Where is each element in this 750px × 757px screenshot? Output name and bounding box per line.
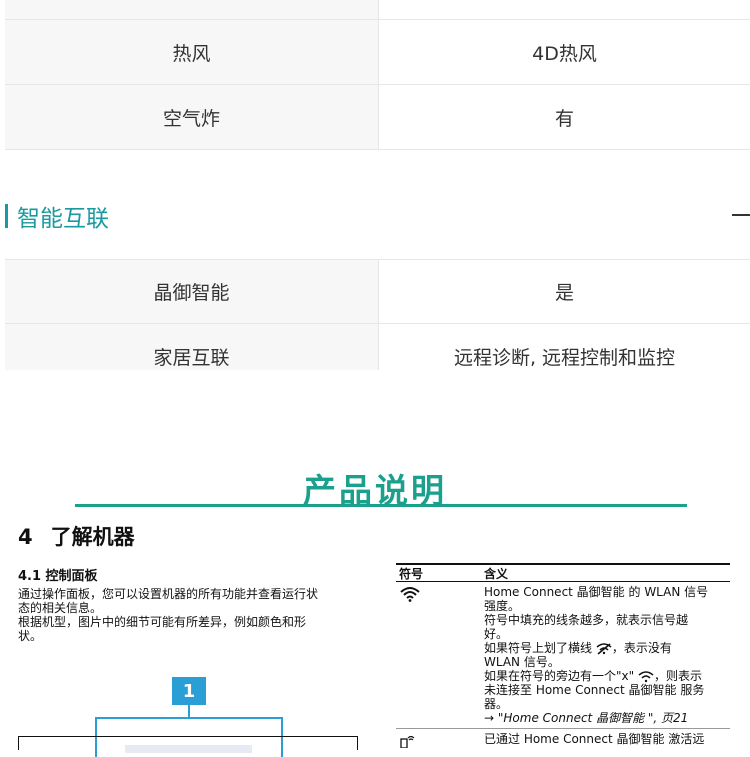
spec-label: 热风 xyxy=(5,20,379,84)
spec-value xyxy=(379,0,750,19)
control-panel-display xyxy=(125,745,252,753)
symbol-meaning: 已通过 Home Connect 晶御智能 激活远 xyxy=(484,729,730,752)
spec-label xyxy=(5,0,379,19)
meaning-line: 好。 xyxy=(484,627,509,641)
meaning-fragment: ，则表示 xyxy=(653,669,702,683)
wifi-crossed-icon xyxy=(596,642,612,655)
spec-table-smart: 晶御智能 是 家居互联 远程诊断, 远程控制和监控 xyxy=(5,259,750,389)
spec-label: 空气炸 xyxy=(5,85,379,149)
meaning-line: 器。 xyxy=(484,697,509,711)
table-row: Home Connect 晶御智能 的 WLAN 信号 强度。 符号中填充的线条… xyxy=(396,582,730,729)
section-title: 智能互联 xyxy=(17,206,109,232)
spec-table-features: 热风 4D热风 空气炸 有 xyxy=(5,0,750,150)
symbol-table: 符号 含义 Home Connect 晶御智能 的 WLAN 信号 强度。 符号… xyxy=(396,563,730,752)
section-header-smart[interactable]: 智能互联 xyxy=(5,200,750,232)
desc-line: 通过操作面板，您可以设置机器的所有功能并查看运行状 xyxy=(18,587,319,601)
meaning-line: 如果在符号的旁边有一个"x" ，则表示 xyxy=(484,669,730,683)
subsection-heading: 4.1 控制面板 xyxy=(18,569,98,584)
chapter-number: 4 xyxy=(18,525,33,549)
meaning-fragment: 如果符号上划了横线 xyxy=(484,641,593,655)
callout-badge: 1 xyxy=(172,677,206,705)
table-row: 已通过 Home Connect 晶御智能 激活远 xyxy=(396,729,730,752)
chapter-title: 了解机器 xyxy=(50,525,135,549)
spec-label: 晶御智能 xyxy=(5,260,379,323)
control-panel-edge xyxy=(18,736,19,750)
desc-line: 状。 xyxy=(18,629,43,643)
meaning-fragment: 如果在符号的旁边有一个"x" xyxy=(484,669,635,683)
control-panel-edge xyxy=(357,736,358,750)
meaning-line: 符号中填充的线条越多，就表示信号越 xyxy=(484,613,689,627)
meaning-line: WLAN 信号。 xyxy=(484,655,560,669)
spec-value: 是 xyxy=(379,260,750,323)
spec-value: 有 xyxy=(379,85,750,149)
col-symbol: 符号 xyxy=(399,566,424,581)
table-row xyxy=(5,0,750,20)
desc-line: 根据机型，图片中的细节可能有所差异，例如颜色和形 xyxy=(18,615,307,629)
table-row: 家居互联 远程诊断, 远程控制和监控 xyxy=(5,324,750,389)
meaning-line: 已通过 Home Connect 晶御智能 激活远 xyxy=(484,732,705,746)
callout-stem xyxy=(188,705,190,717)
chapter-heading: 4 了解机器 xyxy=(18,521,135,551)
remote-icon xyxy=(396,729,484,752)
meaning-line: 如果符号上划了横线 ，表示没有 xyxy=(484,641,730,655)
section-accent-bar xyxy=(5,204,8,228)
meaning-line: Home Connect 晶御智能 的 WLAN 信号 xyxy=(484,585,709,599)
meaning-line: 未连接至 Home Connect 晶御智能 服务 xyxy=(484,683,705,697)
symbol-meaning: Home Connect 晶御智能 的 WLAN 信号 强度。 符号中填充的线条… xyxy=(484,582,730,728)
minus-icon[interactable] xyxy=(732,214,750,216)
wifi-icon xyxy=(396,582,484,728)
panel-description: 通过操作面板，您可以设置机器的所有功能并查看运行状 态的相关信息。 根据机型，图… xyxy=(18,587,363,643)
symbol-table-header: 符号 含义 xyxy=(396,563,730,582)
wifi-disconnected-icon xyxy=(638,670,654,682)
table-row: 晶御智能 是 xyxy=(5,259,750,324)
meaning-fragment: ，表示没有 xyxy=(611,641,672,655)
col-meaning: 含义 xyxy=(484,566,509,581)
spec-value: 4D热风 xyxy=(379,20,750,84)
table-row: 空气炸 有 xyxy=(5,85,750,150)
desc-line: 态的相关信息。 xyxy=(18,601,103,615)
banner-underline xyxy=(75,504,687,507)
meaning-line: 强度。 xyxy=(484,599,521,613)
page-reference: → "Home Connect 晶御智能 ", 页21 xyxy=(484,711,689,725)
table-row: 热风 4D热风 xyxy=(5,20,750,85)
control-panel-outline xyxy=(18,736,358,737)
